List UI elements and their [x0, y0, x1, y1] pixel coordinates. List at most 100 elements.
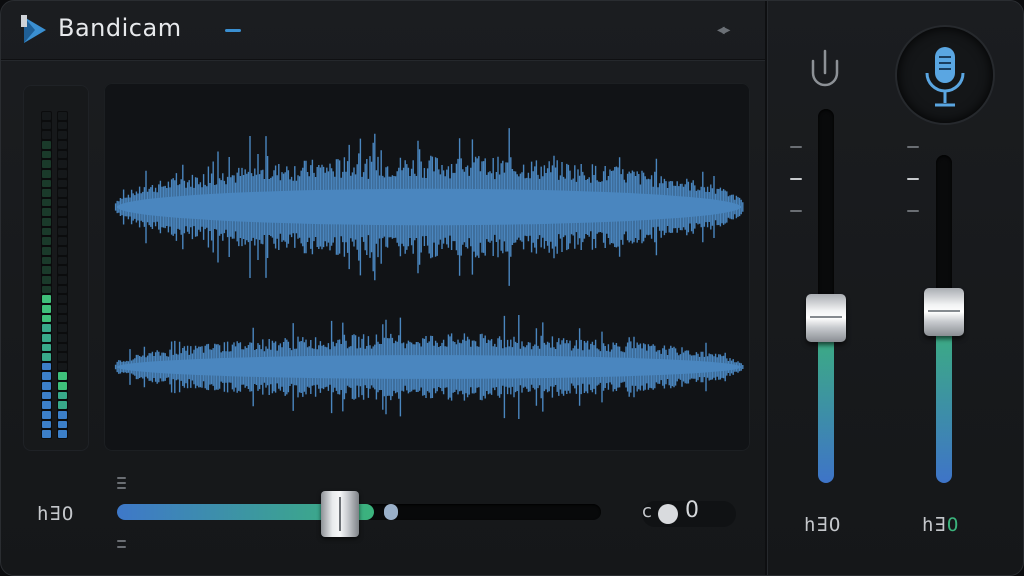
meter-segment	[58, 285, 67, 294]
main-volume-endcap	[384, 504, 398, 520]
meter-segment	[42, 314, 51, 323]
meter-segment	[42, 295, 51, 303]
meter-segment	[58, 391, 67, 400]
waveform-channel	[114, 315, 744, 419]
meter-segment	[42, 324, 51, 332]
meter-segment	[42, 150, 51, 159]
mic-volume-knob[interactable]	[924, 288, 964, 337]
bandicam-logo-icon	[21, 15, 46, 43]
system-volume-knob[interactable]	[806, 294, 846, 343]
meter-segment	[42, 237, 51, 246]
meter-segment	[58, 401, 67, 410]
waveform-icon	[114, 128, 744, 419]
meter-segment	[58, 227, 67, 236]
usb-icon[interactable]	[807, 47, 843, 87]
meter-segment	[42, 198, 51, 207]
meter-segment	[58, 121, 67, 130]
meter-segment	[58, 362, 67, 371]
meter-segment	[58, 333, 67, 342]
meter-segment	[42, 401, 51, 410]
tick-mark	[907, 210, 919, 212]
tick-mark	[117, 540, 126, 542]
meter-segment	[42, 266, 51, 274]
meter-segment	[42, 208, 51, 217]
meter-segment	[42, 218, 51, 226]
system-volume-label: h∃O	[804, 514, 842, 536]
mic-volume-fill	[936, 312, 952, 483]
meter-segment	[58, 150, 67, 159]
meter-segment	[42, 430, 51, 438]
meter-segment	[58, 266, 67, 274]
meter-segment	[42, 256, 51, 265]
toggle-knob[interactable]	[658, 504, 678, 524]
panel-divider	[765, 1, 767, 575]
meter-segment	[42, 420, 51, 429]
app-title: Bandicam	[58, 14, 182, 42]
waveform-channel	[114, 128, 744, 286]
meter-segment	[58, 304, 67, 313]
meter-segment	[42, 121, 51, 130]
meter-segment	[42, 189, 51, 197]
tick-mark	[790, 210, 802, 212]
meter-segment	[58, 295, 67, 303]
meter-segment	[42, 372, 51, 381]
toggle-prefix: c	[642, 501, 652, 522]
meter-segment	[42, 333, 51, 342]
tick-mark	[790, 146, 802, 148]
tick-mark	[790, 178, 802, 180]
tick-mark	[907, 178, 919, 180]
meter-segment	[42, 285, 51, 294]
meter-segment	[58, 382, 67, 390]
tick-mark	[117, 487, 126, 489]
meter-segment	[58, 237, 67, 246]
collapse-arrows-icon[interactable]: ◀▶	[717, 25, 730, 36]
meter-segment	[42, 391, 51, 400]
tick-mark	[117, 477, 126, 479]
meter-segment	[42, 353, 51, 361]
system-volume-fill	[818, 318, 834, 483]
meter-segment	[42, 411, 51, 419]
meter-segment	[58, 208, 67, 217]
main-volume-label: h∃O	[37, 503, 75, 525]
meter-segment	[58, 353, 67, 361]
meter-segment	[58, 160, 67, 168]
minimize-button[interactable]	[225, 29, 241, 32]
meter-segment	[58, 411, 67, 419]
level-meter-left	[41, 111, 52, 439]
microphone-button[interactable]	[897, 27, 993, 123]
meter-segment	[58, 276, 67, 284]
meter-segment	[58, 420, 67, 429]
meter-segment	[58, 314, 67, 323]
meter-segment	[58, 343, 67, 352]
meter-segment	[58, 140, 67, 149]
meter-segment	[58, 169, 67, 178]
meter-segment	[58, 179, 67, 188]
meter-segment	[42, 247, 51, 255]
audio-mixer-window: Bandicam ◀▶ h∃O c 0 h∃O h∃O	[0, 0, 1024, 576]
meter-segment	[58, 131, 67, 139]
meter-segment	[58, 247, 67, 255]
mic-volume-label: h∃O	[922, 514, 960, 536]
waveform-body	[117, 188, 741, 226]
main-volume-knob[interactable]	[321, 491, 359, 537]
meter-segment	[58, 198, 67, 207]
meter-segment	[58, 372, 67, 381]
meter-segment	[42, 140, 51, 149]
meter-segment	[58, 189, 67, 197]
meter-segment	[42, 179, 51, 188]
meter-segment	[42, 304, 51, 313]
meter-segment	[42, 169, 51, 178]
waveform-panel	[104, 83, 750, 451]
toggle-value: 0	[685, 498, 699, 523]
tick-mark	[117, 482, 126, 484]
meter-segment	[42, 343, 51, 352]
meter-segment	[42, 131, 51, 139]
meter-segment	[42, 382, 51, 390]
meter-segment	[42, 227, 51, 236]
meter-segment	[58, 112, 67, 120]
level-meter-right	[57, 111, 68, 439]
main-volume-slider[interactable]	[117, 504, 601, 520]
meter-segment	[42, 160, 51, 168]
meter-segment	[58, 324, 67, 332]
meter-segment	[42, 362, 51, 371]
